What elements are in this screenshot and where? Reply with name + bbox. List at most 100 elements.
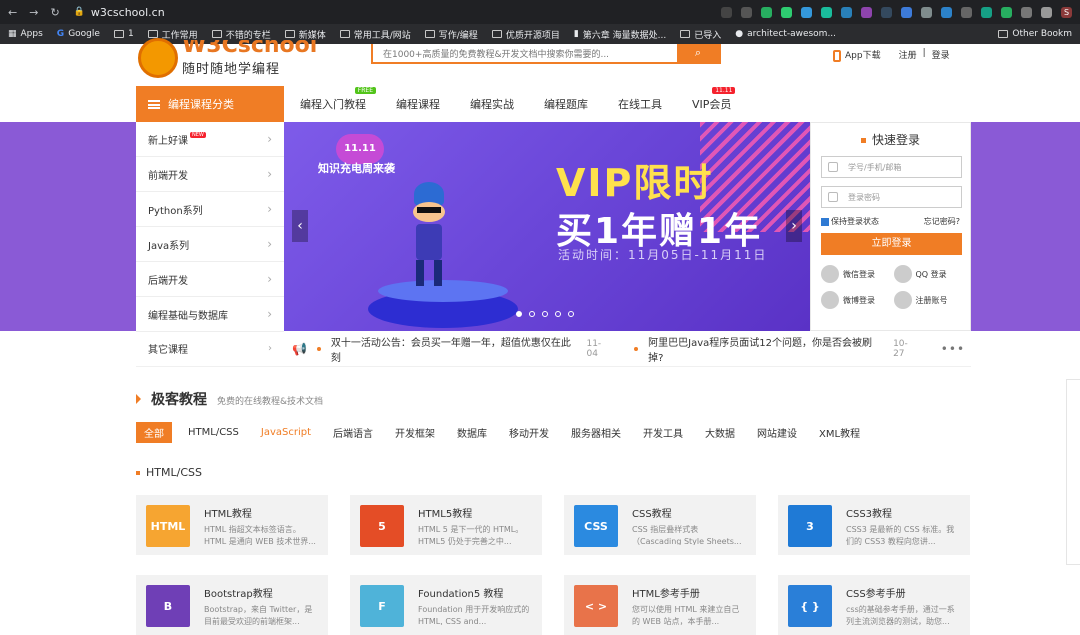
course-card[interactable]: 3 CSS3教程 CSS3 是最新的 CSS 标准。我们的 CSS3 教程向您讲..…	[778, 495, 970, 555]
extension-icon[interactable]	[1021, 6, 1032, 18]
extension-icon[interactable]	[801, 6, 812, 18]
login-button[interactable]: 立即登录	[821, 233, 962, 255]
profile-avatar[interactable]: S	[1061, 6, 1072, 18]
account-input[interactable]: 学号/手机/邮箱	[821, 156, 962, 178]
category-menu-button[interactable]: 编程课程分类	[136, 86, 284, 122]
filter-frameworks[interactable]: 开发框架	[395, 425, 435, 440]
sidebar-item-other[interactable]: 其它课程 ›	[136, 331, 284, 367]
filter-html-css[interactable]: HTML/CSS	[188, 427, 239, 438]
back-icon[interactable]: ←	[8, 6, 17, 19]
banner-dot[interactable]	[529, 311, 535, 317]
course-cards: HTML HTML教程 HTML 指超文本标签语言。HTML 是通向 WEB 技术世…	[136, 495, 971, 635]
forgot-password-link[interactable]: 忘记密码?	[924, 216, 960, 227]
other-bookmarks[interactable]: Other Bookm	[998, 29, 1072, 39]
remember-checkbox[interactable]: 保持登录状态	[821, 216, 879, 227]
bookmark-folder[interactable]: 写作/编程	[424, 28, 478, 41]
filter-xml[interactable]: XML教程	[819, 425, 860, 440]
nav-item-vip[interactable]: VIP会员 11.11	[692, 87, 736, 112]
address-url[interactable]: w3cschool.cn	[91, 6, 165, 19]
extension-icon[interactable]	[1001, 6, 1012, 18]
extension-icon[interactable]	[1041, 6, 1052, 18]
extension-icon[interactable]	[921, 6, 932, 18]
extension-icon[interactable]	[981, 6, 992, 18]
password-input[interactable]: 登录密码	[821, 186, 962, 208]
filter-backend[interactable]: 后端语言	[333, 425, 373, 440]
login-link[interactable]: 登录	[932, 48, 950, 61]
course-card[interactable]: CSS CSS教程 CSS 指层叠样式表（Cascading Style Sheet…	[564, 495, 756, 555]
banner-dot[interactable]	[516, 311, 522, 317]
banner-prev-button[interactable]: ‹	[292, 210, 308, 242]
banner-dot[interactable]	[542, 311, 548, 317]
sidebar-item-java[interactable]: Java系列 ›	[136, 227, 284, 262]
filter-all[interactable]: 全部	[136, 422, 172, 443]
bookmark-google[interactable]: G Google	[57, 29, 100, 39]
search-button[interactable]: ⌕	[677, 44, 719, 62]
extension-icon[interactable]	[881, 6, 892, 18]
sidebar-item-python[interactable]: Python系列 ›	[136, 192, 284, 227]
bookmark-folder[interactable]: 已导入	[680, 28, 721, 41]
course-card[interactable]: 5 HTML5教程 HTML 5 是下一代的 HTML。HTML5 仍处于完善之中.…	[350, 495, 542, 555]
nav-item-practice[interactable]: 编程实战	[470, 96, 514, 112]
extension-icon[interactable]	[761, 6, 772, 18]
news-item[interactable]: 双十一活动公告：会员买一年赠一年，超值优惠仅在此刻	[316, 334, 577, 364]
star-icon[interactable]	[741, 6, 752, 18]
app-download-link[interactable]: App下载	[833, 48, 881, 62]
bookmark-apps[interactable]: ▦ Apps	[8, 29, 43, 39]
floating-side-toolbar[interactable]	[1066, 379, 1080, 565]
more-icon[interactable]: •••	[941, 342, 971, 356]
phone-icon	[833, 49, 841, 62]
weibo-login[interactable]: 微博登录	[821, 291, 888, 309]
banner-next-button[interactable]: ›	[786, 210, 802, 242]
filter-website[interactable]: 网站建设	[757, 425, 797, 440]
bookmark-link[interactable]: ● architect-awesom...	[735, 29, 836, 39]
forward-icon[interactable]: →	[29, 6, 38, 19]
category-filters: 全部 HTML/CSS JavaScript 后端语言 开发框架 数据库 移动开…	[136, 422, 882, 443]
address-bar[interactable]: 🔒 w3cschool.cn	[74, 6, 165, 19]
bookmark-folder[interactable]: 1	[113, 29, 134, 39]
nav-item-courses[interactable]: 编程课程	[396, 96, 440, 112]
filter-mobile[interactable]: 移动开发	[509, 425, 549, 440]
register-link[interactable]: 注册	[899, 48, 917, 61]
filter-tools[interactable]: 开发工具	[643, 425, 683, 440]
search-input[interactable]: 在1000+高质量的免费教程&开发文档中搜索你需要的...	[373, 44, 677, 62]
banner-dot[interactable]	[568, 311, 574, 317]
news-item[interactable]: 阿里巴巴Java程序员面试12个问题，你是否会被刷掉?	[634, 334, 883, 364]
chevron-right-icon: ›	[791, 218, 797, 234]
course-card[interactable]: HTML HTML教程 HTML 指超文本标签语言。HTML 是通向 WEB 技术世…	[136, 495, 328, 555]
translate-icon[interactable]	[721, 6, 732, 18]
sidebar-item-basics-db[interactable]: 编程基础与数据库 ›	[136, 297, 284, 332]
course-card[interactable]: F Foundation5 教程 Foundation 用于开发响应式的 HTML,…	[350, 575, 542, 635]
extension-icon[interactable]	[841, 6, 852, 18]
bookmark-folder[interactable]: 优质开源项目	[491, 28, 560, 41]
filter-bigdata[interactable]: 大数据	[705, 425, 735, 440]
sidebar-item-new[interactable]: 新上好课NEW ›	[136, 122, 284, 157]
promo-banner[interactable]: 11.11 知识充电周来袭 VIP限时 买1年赠1年 活动时间：11月05日-1…	[284, 122, 810, 331]
bookmark-link[interactable]: ▮ 第六章 海量数据处...	[574, 28, 666, 41]
course-card[interactable]: B Bootstrap教程 Bootstrap，来自 Twitter，是目前最受欢迎…	[136, 575, 328, 635]
google-icon: G	[56, 29, 65, 39]
extension-icon[interactable]	[901, 6, 912, 18]
sidebar-item-frontend[interactable]: 前端开发 ›	[136, 157, 284, 192]
wechat-login[interactable]: 微信登录	[821, 265, 888, 283]
extension-icon[interactable]	[961, 6, 972, 18]
nav-item-quiz[interactable]: 编程题库	[544, 96, 588, 112]
course-card[interactable]: { } CSS参考手册 css的基础参考手册，通过一系列主流浏览器的测试，助您...	[778, 575, 970, 635]
site-logo[interactable]: W3Cschool 随时随地学编程	[138, 38, 317, 78]
register-account[interactable]: 注册账号	[893, 291, 961, 309]
extension-icon[interactable]	[861, 6, 872, 18]
filter-database[interactable]: 数据库	[457, 425, 487, 440]
extension-icon[interactable]	[821, 6, 832, 18]
qq-login[interactable]: QQ 登录	[893, 265, 961, 283]
bookmark-folder[interactable]: 常用工具/网站	[339, 28, 411, 41]
filter-javascript[interactable]: JavaScript	[261, 427, 311, 438]
nav-item-intro[interactable]: 编程入门教程 FREE	[300, 87, 376, 112]
banner-dot[interactable]	[555, 311, 561, 317]
reload-icon[interactable]: ↻	[50, 6, 59, 19]
nav-item-tools[interactable]: 在线工具	[618, 96, 662, 112]
filter-server[interactable]: 服务器相关	[571, 425, 621, 440]
extension-icon[interactable]	[941, 6, 952, 18]
extension-icon[interactable]	[781, 6, 792, 18]
header-links: App下载 注册 | 登录	[833, 48, 950, 62]
course-card[interactable]: < > HTML参考手册 您可以使用 HTML 来建立自己的 WEB 站点，本手册.…	[564, 575, 756, 635]
sidebar-item-backend[interactable]: 后端开发 ›	[136, 262, 284, 297]
